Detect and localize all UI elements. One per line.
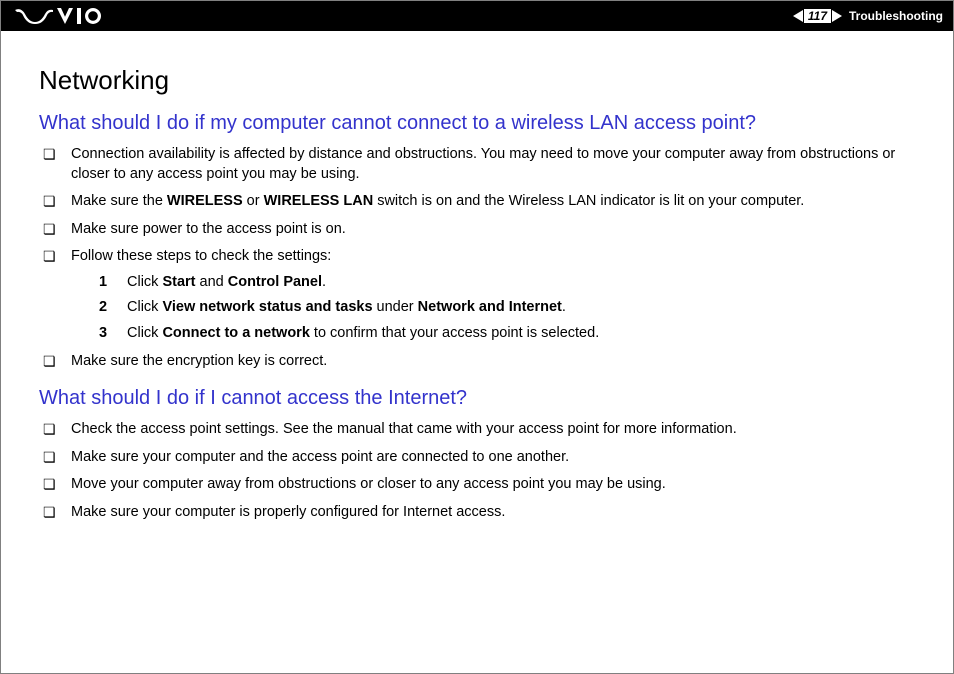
page-container: 117 Troubleshooting Networking What shou… (0, 0, 954, 674)
next-page-icon[interactable] (832, 10, 842, 22)
vaio-logo (15, 8, 103, 24)
step-item: 3 Click Connect to a network to confirm t… (99, 324, 915, 344)
text: or (243, 193, 264, 209)
vaio-logo-icon (15, 8, 103, 24)
list-item: Follow these steps to check the settings… (43, 247, 915, 343)
bold-text: Start (162, 274, 195, 290)
text: Click (127, 325, 162, 341)
bold-text: Control Panel (228, 274, 322, 290)
text: . (562, 299, 566, 315)
list-item: Check the access point settings. See the… (43, 420, 915, 440)
list-item: Move your computer away from obstruction… (43, 475, 915, 495)
page-title: Networking (39, 65, 915, 96)
step-item: 1 Click Start and Control Panel. (99, 273, 915, 293)
question-2-heading: What should I do if I cannot access the … (39, 387, 915, 410)
content-area: Networking What should I do if my comput… (1, 31, 953, 673)
steps-list: 1 Click Start and Control Panel. 2 Click V… (71, 273, 915, 344)
text: and (196, 274, 228, 290)
question-2-list: Check the access point settings. See the… (39, 420, 915, 522)
text: Follow these steps to check the settings… (71, 248, 331, 264)
question-1-heading: What should I do if my computer cannot c… (39, 112, 915, 135)
header-right: 117 Troubleshooting (793, 9, 943, 23)
list-item: Make sure the WIRELESS or WIRELESS LAN s… (43, 192, 915, 212)
list-item: Make sure your computer and the access p… (43, 448, 915, 468)
bold-text: WIRELESS LAN (264, 193, 374, 209)
text: to confirm that your access point is sel… (310, 325, 599, 341)
list-item: Make sure power to the access point is o… (43, 220, 915, 240)
bold-text: Connect to a network (162, 325, 309, 341)
step-item: 2 Click View network status and tasks und… (99, 298, 915, 318)
header-bar: 117 Troubleshooting (1, 1, 953, 31)
step-number: 2 (99, 298, 107, 318)
question-1-list: Connection availability is affected by d… (39, 145, 915, 371)
text: switch is on and the Wireless LAN indica… (373, 193, 804, 209)
text: . (322, 274, 326, 290)
text: Click (127, 274, 162, 290)
bold-text: WIRELESS (167, 193, 243, 209)
page-nav: 117 (793, 9, 842, 23)
text: Make sure the (71, 193, 167, 209)
step-number: 1 (99, 273, 107, 293)
list-item: Connection availability is affected by d… (43, 145, 915, 184)
list-item: Make sure the encryption key is correct. (43, 352, 915, 372)
bold-text: View network status and tasks (162, 299, 372, 315)
section-name: Troubleshooting (849, 9, 943, 23)
step-number: 3 (99, 324, 107, 344)
bold-text: Network and Internet (418, 299, 562, 315)
list-item: Make sure your computer is properly conf… (43, 503, 915, 523)
text: Click (127, 299, 162, 315)
page-number: 117 (804, 9, 831, 23)
text: under (373, 299, 418, 315)
prev-page-icon[interactable] (793, 10, 803, 22)
